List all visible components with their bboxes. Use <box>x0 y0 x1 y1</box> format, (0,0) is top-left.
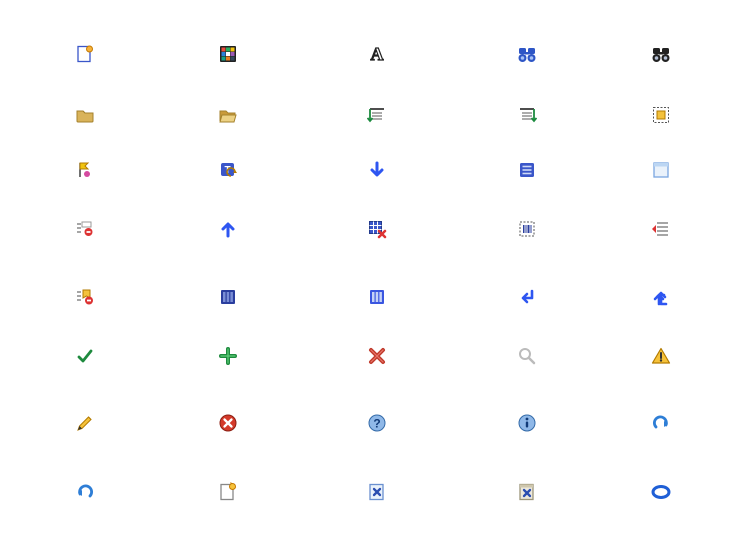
list-lines-icon[interactable] <box>517 160 537 180</box>
table-remove-icon[interactable] <box>367 219 387 239</box>
color-palette-icon[interactable] <box>218 44 238 64</box>
pencil-edit-icon[interactable] <box>75 413 95 433</box>
checkmark-icon[interactable] <box>75 346 95 366</box>
svg-text:A: A <box>371 44 384 64</box>
magnifier-search-icon[interactable] <box>517 346 537 366</box>
text-font-icon[interactable]: A <box>367 44 387 64</box>
svg-text:?: ? <box>373 417 380 431</box>
bookmark-remove-icon[interactable] <box>75 287 95 307</box>
warning-triangle-icon[interactable] <box>651 346 671 366</box>
folder-open-icon[interactable] <box>218 105 238 125</box>
arrow-up-turn-icon[interactable] <box>651 287 671 307</box>
table-columns-light-icon[interactable] <box>367 287 387 307</box>
binoculars-black-icon[interactable] <box>651 44 671 64</box>
indent-top-icon[interactable] <box>367 105 387 125</box>
binoculars-blue-icon[interactable] <box>517 44 537 64</box>
arrow-down-icon[interactable] <box>367 160 387 180</box>
select-all-icon[interactable] <box>651 105 671 125</box>
plus-add-icon[interactable] <box>218 346 238 366</box>
document-new-icon[interactable] <box>75 44 95 64</box>
flag-pin-icon[interactable] <box>75 160 95 180</box>
arrow-enter-icon[interactable] <box>517 287 537 307</box>
arrow-up-icon[interactable] <box>218 219 238 239</box>
error-circle-icon[interactable] <box>218 413 238 433</box>
icon-grid: A T? <box>0 0 750 542</box>
info-circle-icon[interactable] <box>517 413 537 433</box>
folder-closed-icon[interactable] <box>75 105 95 125</box>
cross-delete-icon[interactable] <box>367 346 387 366</box>
table-columns-dark-icon[interactable] <box>218 287 238 307</box>
undo-arrow-icon[interactable] <box>75 482 95 502</box>
indent-right-icon[interactable] <box>517 105 537 125</box>
redo-arrow-icon[interactable] <box>651 413 671 433</box>
window-blank-icon[interactable] <box>651 160 671 180</box>
ellipse-loop-icon[interactable] <box>651 482 671 502</box>
text-wrap-refresh-icon[interactable]: T <box>218 160 238 180</box>
document-discard-icon[interactable] <box>517 482 537 502</box>
task-list-remove-icon[interactable] <box>75 219 95 239</box>
barcode-partial-icon[interactable] <box>517 219 537 239</box>
indent-left-icon[interactable] <box>651 219 671 239</box>
help-question-icon[interactable]: ? <box>367 413 387 433</box>
document-blank-new-icon[interactable] <box>218 482 238 502</box>
document-close-icon[interactable] <box>367 482 387 502</box>
